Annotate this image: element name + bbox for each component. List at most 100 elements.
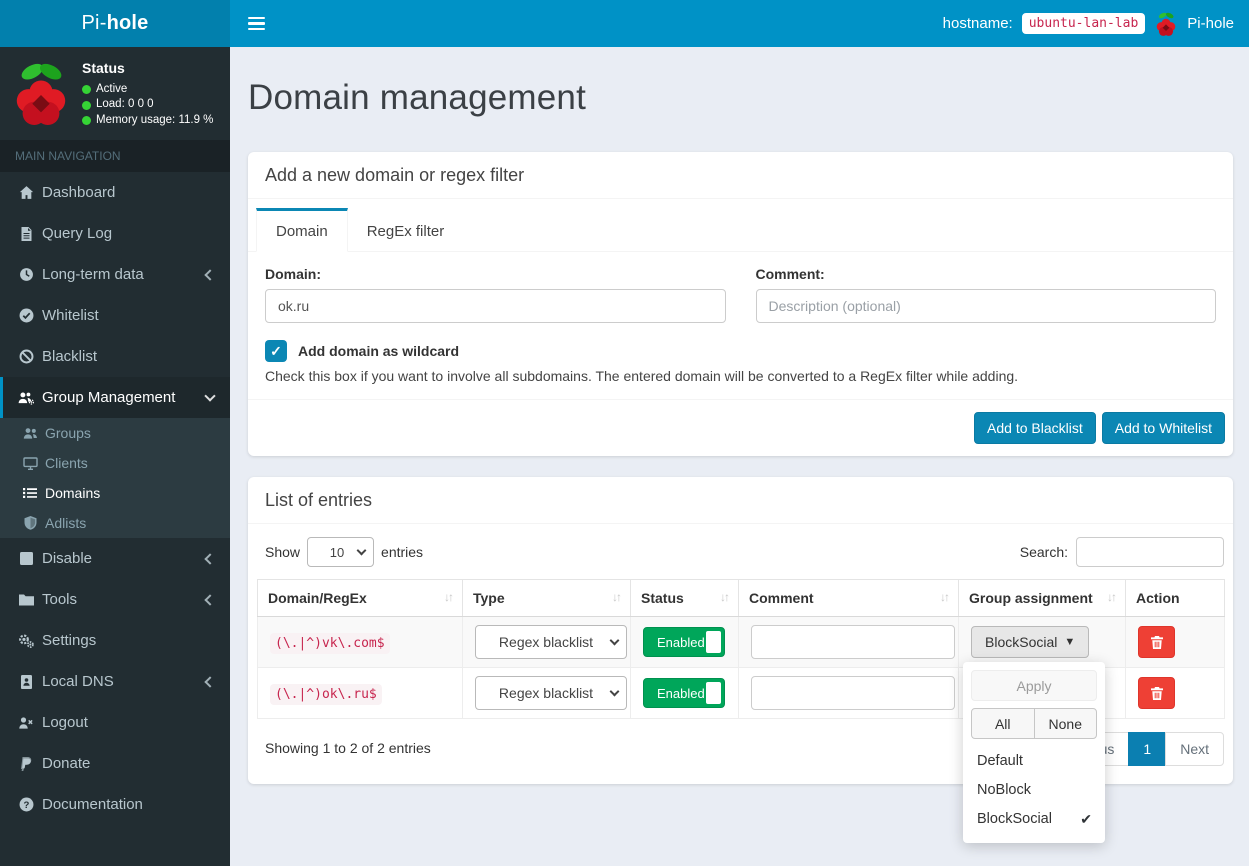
status-active: Active — [96, 82, 128, 95]
check-circle-icon — [15, 308, 37, 323]
question-circle-icon: ? — [15, 797, 37, 812]
table-header-row: Domain/RegEx ↓↑ Type ↓↑ Status ↓↑ Comment ↓↑… — [257, 579, 1225, 617]
dropdown-option-default[interactable]: Default — [971, 747, 1097, 776]
users-icon — [20, 427, 40, 440]
sidebar-item-documentation[interactable]: ? Documentation — [0, 784, 230, 825]
domain-regex-value: (\.|^)ok\.ru$ — [270, 683, 382, 705]
select-all-button[interactable]: All — [971, 708, 1035, 739]
status-dot-icon — [82, 85, 91, 95]
group-assignment-button[interactable]: BlockSocial ▼ — [971, 626, 1090, 658]
comment-input[interactable] — [755, 289, 1216, 323]
sidebar-item-dashboard[interactable]: Dashboard — [0, 172, 230, 213]
main-content: Domain management Add a new domain or re… — [230, 47, 1249, 866]
column-header-domain[interactable]: Domain/RegEx ↓↑ — [257, 579, 463, 617]
sidebar-item-disable[interactable]: Disable — [0, 538, 230, 579]
add-panel-tabs: Domain RegEx filter — [248, 199, 1233, 252]
delete-entry-button[interactable] — [1138, 626, 1175, 658]
apply-button[interactable]: Apply — [971, 670, 1097, 701]
wildcard-checkbox[interactable]: ✓ — [265, 340, 287, 362]
status-panel: Status Active Load: 0 0 0 Memory usage: … — [0, 47, 230, 140]
desktop-icon — [20, 457, 40, 470]
add-form-row: Domain: Comment: — [248, 252, 1233, 323]
search-label: Search: — [1019, 544, 1068, 560]
sidebar-item-clients[interactable]: Clients — [0, 448, 230, 478]
select-none-button[interactable]: None — [1033, 708, 1097, 739]
column-header-group-assignment[interactable]: Group assignment ↓↑ — [958, 579, 1126, 617]
column-header-action: Action — [1125, 579, 1225, 617]
add-to-whitelist-button[interactable]: Add to Whitelist — [1101, 412, 1225, 444]
group-management-submenu: Groups Clients Domains Adlists — [0, 418, 230, 539]
status-toggle[interactable]: Enabled — [643, 678, 725, 708]
dropdown-option-blocksocial[interactable]: BlockSocial ✔ — [971, 805, 1097, 834]
show-entries-control: Show 10 entries — [257, 537, 423, 567]
sort-icon: ↓↑ — [1107, 590, 1117, 604]
group-assignment-dropdown: Apply All None Default NoBlock BlockSoci… — [963, 662, 1105, 844]
chevron-left-icon — [204, 269, 216, 281]
column-header-status[interactable]: Status ↓↑ — [630, 579, 739, 617]
column-header-comment[interactable]: Comment ↓↑ — [738, 579, 959, 617]
entries-info: Showing 1 to 2 of 2 entries — [265, 740, 431, 756]
ban-icon — [15, 349, 37, 364]
sidebar-item-settings[interactable]: Settings — [0, 620, 230, 661]
svg-text:?: ? — [23, 800, 29, 811]
logo-bold: hole — [106, 12, 149, 34]
row-comment-input[interactable] — [751, 625, 955, 659]
dropdown-option-noblock[interactable]: NoBlock — [971, 776, 1097, 805]
tab-domain[interactable]: Domain — [256, 208, 348, 252]
add-panel-footer: Add to Blacklist Add to Whitelist — [248, 399, 1233, 456]
folder-icon — [15, 593, 37, 606]
raspberry-logo-icon — [16, 63, 66, 125]
type-select[interactable]: Regex blacklist — [475, 676, 627, 710]
delete-entry-button[interactable] — [1138, 677, 1175, 709]
logo-prefix: Pi- — [81, 12, 107, 34]
show-label: Show — [265, 544, 301, 560]
tab-regex-filter[interactable]: RegEx filter — [348, 208, 464, 252]
add-to-blacklist-button[interactable]: Add to Blacklist — [974, 412, 1096, 444]
status-toggle[interactable]: Enabled — [643, 627, 725, 657]
sidebar-item-donate[interactable]: Donate — [0, 743, 230, 784]
chevron-left-icon — [204, 553, 216, 565]
home-icon — [15, 185, 37, 200]
pagination-page-1-button[interactable]: 1 — [1128, 732, 1167, 766]
column-header-type[interactable]: Type ↓↑ — [462, 579, 631, 617]
sidebar-toggle-icon[interactable] — [244, 11, 269, 37]
chevron-left-icon — [204, 594, 216, 606]
sidebar-item-domains[interactable]: Domains — [0, 478, 230, 508]
type-select[interactable]: Regex blacklist — [475, 625, 627, 659]
page-length-select[interactable]: 10 — [307, 537, 375, 567]
sort-icon: ↓↑ — [444, 590, 454, 604]
add-domain-panel: Add a new domain or regex filter Domain … — [248, 152, 1233, 456]
list-panel-title: List of entries — [248, 477, 1233, 524]
toggle-handle — [705, 630, 722, 654]
sidebar-item-adlists[interactable]: Adlists — [0, 508, 230, 538]
sidebar-item-query-log[interactable]: Query Log — [0, 213, 230, 254]
sidebar-item-logout[interactable]: Logout — [0, 702, 230, 743]
status-dot-icon — [82, 116, 91, 126]
paypal-icon — [15, 756, 37, 771]
sidebar-item-tools[interactable]: Tools — [0, 579, 230, 620]
status-memory: Memory usage: 11.9 % — [96, 113, 214, 126]
check-icon: ✔ — [1080, 811, 1092, 828]
list-icon — [20, 487, 40, 499]
table-controls: Show 10 entries Search: — [248, 524, 1233, 579]
domain-regex-value: (\.|^)vk\.com$ — [270, 632, 390, 654]
search-input[interactable] — [1076, 537, 1224, 567]
table-row: (\.|^)vk\.com$ Regex blacklist Enabled B… — [257, 616, 1225, 844]
domain-input[interactable] — [265, 289, 726, 323]
brand-text[interactable]: Pi-hole — [1187, 15, 1234, 32]
app-logo[interactable]: Pi-hole — [0, 0, 230, 47]
sidebar-item-long-term-data[interactable]: Long-term data — [0, 254, 230, 295]
row-comment-input[interactable] — [751, 676, 955, 710]
all-none-group: All None — [971, 708, 1097, 739]
sidebar-item-groups[interactable]: Groups — [0, 418, 230, 448]
shield-icon — [20, 516, 40, 531]
raspberry-icon — [1157, 12, 1176, 36]
sidebar-item-whitelist[interactable]: Whitelist — [0, 295, 230, 336]
sort-icon: ↓↑ — [940, 590, 950, 604]
sidebar-item-local-dns[interactable]: Local DNS — [0, 661, 230, 702]
address-book-icon — [15, 674, 37, 689]
sidebar-item-group-management[interactable]: Group Management — [0, 377, 230, 419]
sidebar-item-blacklist[interactable]: Blacklist — [0, 336, 230, 377]
pagination-next-button[interactable]: Next — [1165, 732, 1224, 766]
user-logout-icon — [15, 716, 37, 730]
